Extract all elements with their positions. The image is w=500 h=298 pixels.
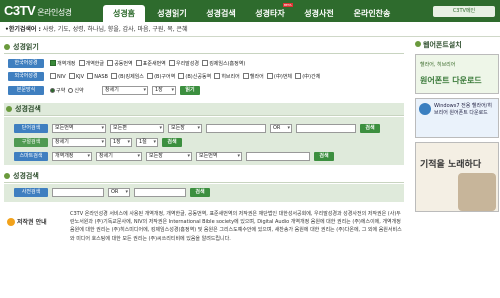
bullet-icon [4, 44, 10, 50]
dictionary-input-2[interactable] [134, 188, 186, 197]
checkbox-icon[interactable] [68, 73, 75, 79]
label-smart-search: 스마트검색 [14, 152, 48, 161]
beta-badge: BETA [283, 3, 293, 7]
smart-input[interactable] [246, 152, 310, 161]
windows7-font-banner[interactable]: Windows7 전용 헬라어/히브리어 원어폰트 다운로드 [415, 98, 499, 138]
smart-all-select[interactable]: 모든번역 [196, 152, 242, 161]
verse-chapter-select[interactable]: 1장 [110, 138, 132, 147]
word-input-2[interactable] [296, 124, 356, 133]
font-download-banner[interactable]: 헬라어, 히브리어 원어폰트 다운로드 [415, 54, 499, 94]
checkbox-icon[interactable] [147, 73, 154, 79]
smart-search-button[interactable]: 검색 [314, 152, 334, 161]
verse-number-select[interactable]: 1절 [136, 138, 158, 147]
copyright-label: 저작권 안내 [17, 219, 47, 226]
keyword-bar: •한기검색어 : 사랑, 기도, 성령, 하나님, 향을, 감사, 마음, 구원… [0, 22, 500, 37]
logo[interactable]: C3TV 온라인성경 [4, 3, 72, 18]
word-book-select[interactable]: 모든편 [110, 124, 164, 133]
smart-translation-select[interactable]: 개역개정 [52, 152, 92, 161]
tab-bible-home[interactable]: 성경홈 [103, 5, 145, 22]
chapter-select[interactable]: 1장 [152, 86, 176, 95]
section-read: 성경읽기 [4, 41, 404, 54]
dictionary-input-1[interactable] [52, 188, 104, 197]
checkbox-icon[interactable] [87, 73, 94, 79]
checkbox-icon[interactable] [50, 60, 56, 66]
tab-online-hymn[interactable]: 온라인찬송 [346, 5, 398, 22]
author-photo [458, 173, 496, 211]
checkbox-icon[interactable] [135, 60, 142, 66]
read-button[interactable]: 읽기 [180, 86, 200, 95]
dictionary-operator-select[interactable]: OR [108, 188, 130, 197]
keyword-title: •한기검색어 : [5, 26, 41, 33]
label-dictionary-search: 사전검색 [14, 188, 48, 197]
top-header: C3TV 온라인성경 성경홈 성경읽기 성경검색 성경타자 BETA 성경사전 온… [0, 0, 500, 22]
book-ad-banner[interactable]: 기적을 노래하다 [415, 142, 499, 212]
label-foreign-bible: 외국어성경 [8, 72, 44, 81]
book-select[interactable]: 창세기 [102, 86, 148, 95]
checkbox-icon[interactable] [266, 73, 273, 79]
checkbox-icon[interactable] [295, 73, 302, 79]
bullet-icon [4, 173, 10, 179]
checkbox-icon[interactable] [78, 60, 85, 66]
sidebar-font-title: 웹어폰트설치 [415, 40, 462, 50]
tab-bible-read[interactable]: 성경읽기 [150, 5, 194, 22]
checkbox-icon[interactable] [107, 60, 114, 66]
section-dictionary: 성경검색 [4, 170, 404, 183]
checkbox-icon[interactable] [214, 73, 221, 79]
main-link[interactable]: C3TV메인 [433, 6, 495, 17]
korean-version-list[interactable]: 개역개정 개역한글 공동번역 표준새번역 우리말성경 킹제임스(흠정역) [50, 60, 245, 68]
checkbox-icon[interactable] [111, 73, 118, 79]
word-search-button[interactable]: 검색 [360, 124, 380, 133]
label-verse-search: 구절검색 [14, 138, 48, 147]
tab-bible-search[interactable]: 성경검색 [199, 5, 243, 22]
word-input-1[interactable] [206, 124, 266, 133]
bullet-icon [6, 106, 12, 112]
checkbox-icon[interactable] [168, 60, 175, 66]
checkbox-icon[interactable] [202, 60, 209, 66]
tab-bible-dictionary[interactable]: 성경사전 [297, 5, 341, 22]
label-text-style: 본문방식 [8, 86, 44, 95]
smart-book-select[interactable]: 창세기 [96, 152, 142, 161]
copyright-text: C3TV 온라인성경 서비스에 사용된 개역개정, 개역한글, 공동번역, 표준… [70, 211, 402, 242]
checkbox-icon[interactable] [50, 73, 56, 79]
keyword-list[interactable]: 사랑, 기도, 성령, 하나님, 향을, 감사, 마음, 구원, 복, 은혜 [43, 26, 188, 33]
bullet-icon [415, 41, 421, 47]
checkbox-icon[interactable] [242, 73, 249, 79]
foreign-version-list[interactable]: NIV KJV NASB (B)킹제임스 (B)구어역 (B)신공동역 히브리어… [50, 73, 320, 81]
verse-book-select[interactable]: 창세기 [52, 138, 106, 147]
copyright-icon [7, 218, 15, 226]
dictionary-search-button[interactable]: 검색 [190, 188, 210, 197]
verse-search-button[interactable]: 검색 [162, 138, 182, 147]
windows-logo-icon [419, 103, 431, 115]
testament-options[interactable]: 구약 신약 [50, 87, 84, 95]
label-word-search: 단어검색 [14, 124, 48, 133]
smart-chapter-select[interactable]: 모든장 [146, 152, 192, 161]
section-search: 성경검색 [4, 103, 404, 116]
tab-bible-typing[interactable]: 성경타자 [248, 5, 292, 22]
word-translation-select[interactable]: 모든번역 [52, 124, 106, 133]
checkbox-icon[interactable] [178, 73, 185, 79]
label-korean-bible: 한국어성경 [8, 59, 44, 68]
word-chapter-select[interactable]: 모든장 [168, 124, 202, 133]
operator-select[interactable]: OR [270, 124, 292, 133]
radio-icon[interactable] [68, 88, 74, 93]
radio-icon[interactable] [50, 88, 55, 93]
